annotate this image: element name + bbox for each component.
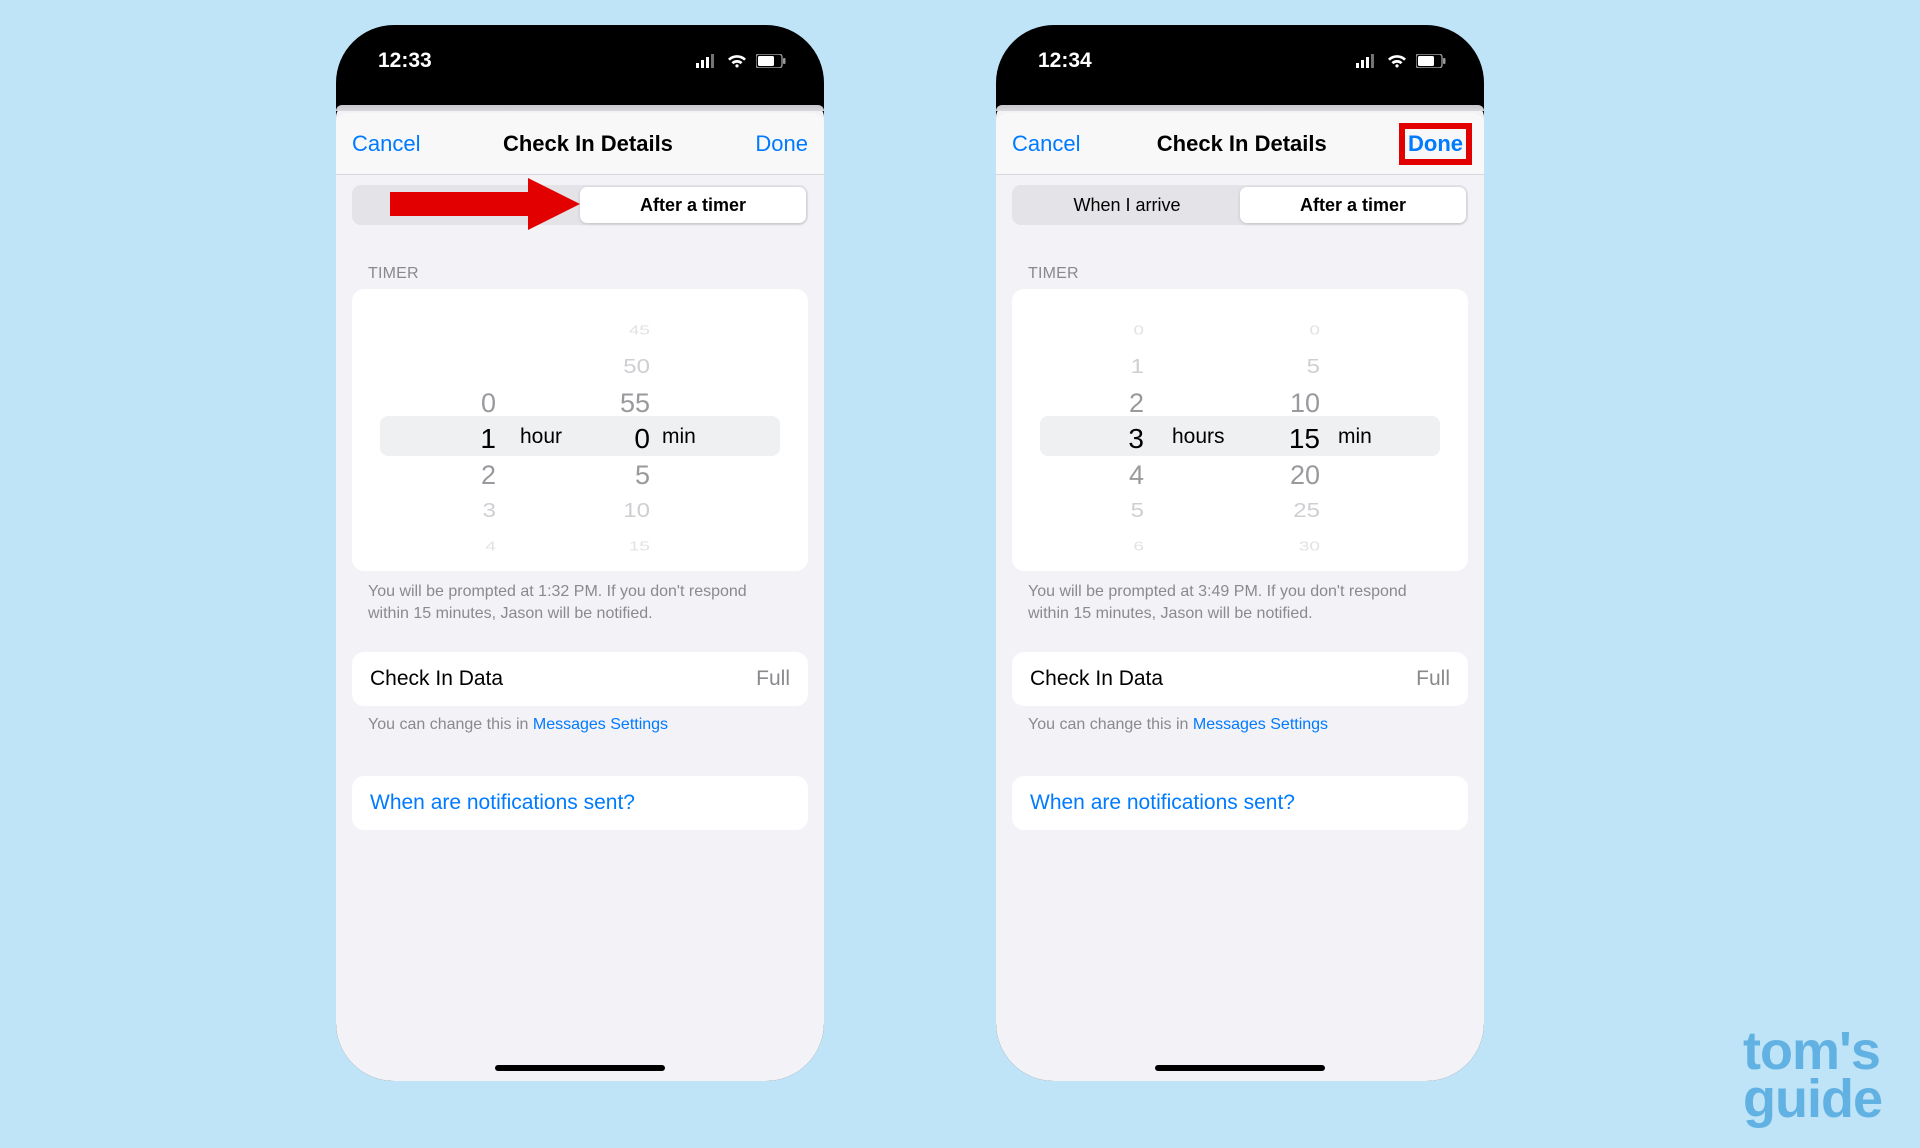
hour-unit-label: hours — [1172, 425, 1225, 449]
wifi-icon — [1386, 53, 1408, 69]
battery-icon — [1416, 54, 1446, 68]
status-bar: 12:34 — [996, 25, 1484, 97]
home-indicator — [495, 1065, 665, 1071]
navbar: Cancel Check In Details Done — [336, 113, 824, 175]
wifi-icon — [726, 53, 748, 69]
phone-left: 12:33 Cancel Check In Details Done When … — [336, 25, 824, 1081]
done-button-highlight-icon: Done — [1399, 123, 1472, 165]
check-in-data-value: Full — [1416, 667, 1450, 691]
segmented-control[interactable]: When I arrive After a timer — [1012, 185, 1468, 225]
done-button[interactable]: Done — [755, 131, 808, 157]
brand-watermark: tom's guide — [1743, 1027, 1882, 1124]
timer-hint-text: You will be prompted at 1:32 PM. If you … — [368, 581, 792, 624]
check-in-data-row[interactable]: Check In Data Full — [1012, 652, 1468, 706]
notifications-info-link[interactable]: When are notifications sent? — [352, 776, 808, 830]
minute-unit-label: min — [662, 425, 696, 449]
check-in-data-row[interactable]: Check In Data Full — [352, 652, 808, 706]
status-time: 12:34 — [1038, 49, 1092, 73]
timer-section-label: TIMER — [1028, 265, 1468, 283]
check-in-data-label: Check In Data — [1030, 667, 1163, 691]
hour-unit-label: hour — [520, 425, 562, 449]
seg-after-a-timer[interactable]: After a timer — [1240, 187, 1466, 223]
modal-handle-shadow — [996, 105, 1484, 111]
notifications-info-link[interactable]: When are notifications sent? — [1012, 776, 1468, 830]
navbar: Cancel Check In Details Done — [996, 113, 1484, 175]
timer-section-label: TIMER — [368, 265, 808, 283]
seg-after-a-timer[interactable]: After a timer — [580, 187, 806, 223]
seg-when-i-arrive[interactable]: When I arrive — [1014, 187, 1240, 223]
cancel-button[interactable]: Cancel — [1012, 131, 1080, 157]
check-in-data-label: Check In Data — [370, 667, 503, 691]
signal-icon — [696, 54, 718, 68]
messages-settings-link[interactable]: Messages Settings — [1193, 716, 1328, 733]
page-title: Check In Details — [503, 131, 673, 157]
phone-right: 12:34 Cancel Check In Details Done When … — [996, 25, 1484, 1081]
page-title: Check In Details — [1157, 131, 1327, 157]
done-button[interactable]: Done — [1408, 131, 1463, 157]
signal-icon — [1356, 54, 1378, 68]
check-in-data-value: Full — [756, 667, 790, 691]
minute-picker[interactable]: 45 50 55 0 5 10 15 — [582, 289, 732, 571]
timer-hint-text: You will be prompted at 3:49 PM. If you … — [1028, 581, 1452, 624]
messages-settings-link[interactable]: Messages Settings — [533, 716, 668, 733]
seg-when-i-arrive[interactable]: When I arrive — [354, 187, 580, 223]
timer-picker[interactable]: 0 1 2 3 4 45 50 55 0 5 10 — [352, 289, 808, 571]
modal-handle-shadow — [336, 105, 824, 111]
check-in-subhint: You can change this in Messages Settings — [1028, 716, 1452, 734]
minute-unit-label: min — [1338, 425, 1372, 449]
status-bar: 12:33 — [336, 25, 824, 97]
timer-picker[interactable]: 0 1 2 3 4 5 6 0 5 10 15 — [1012, 289, 1468, 571]
status-time: 12:33 — [378, 49, 432, 73]
home-indicator — [1155, 1065, 1325, 1071]
battery-icon — [756, 54, 786, 68]
check-in-subhint: You can change this in Messages Settings — [368, 716, 792, 734]
cancel-button[interactable]: Cancel — [352, 131, 420, 157]
segmented-control[interactable]: When I arrive After a timer — [352, 185, 808, 225]
